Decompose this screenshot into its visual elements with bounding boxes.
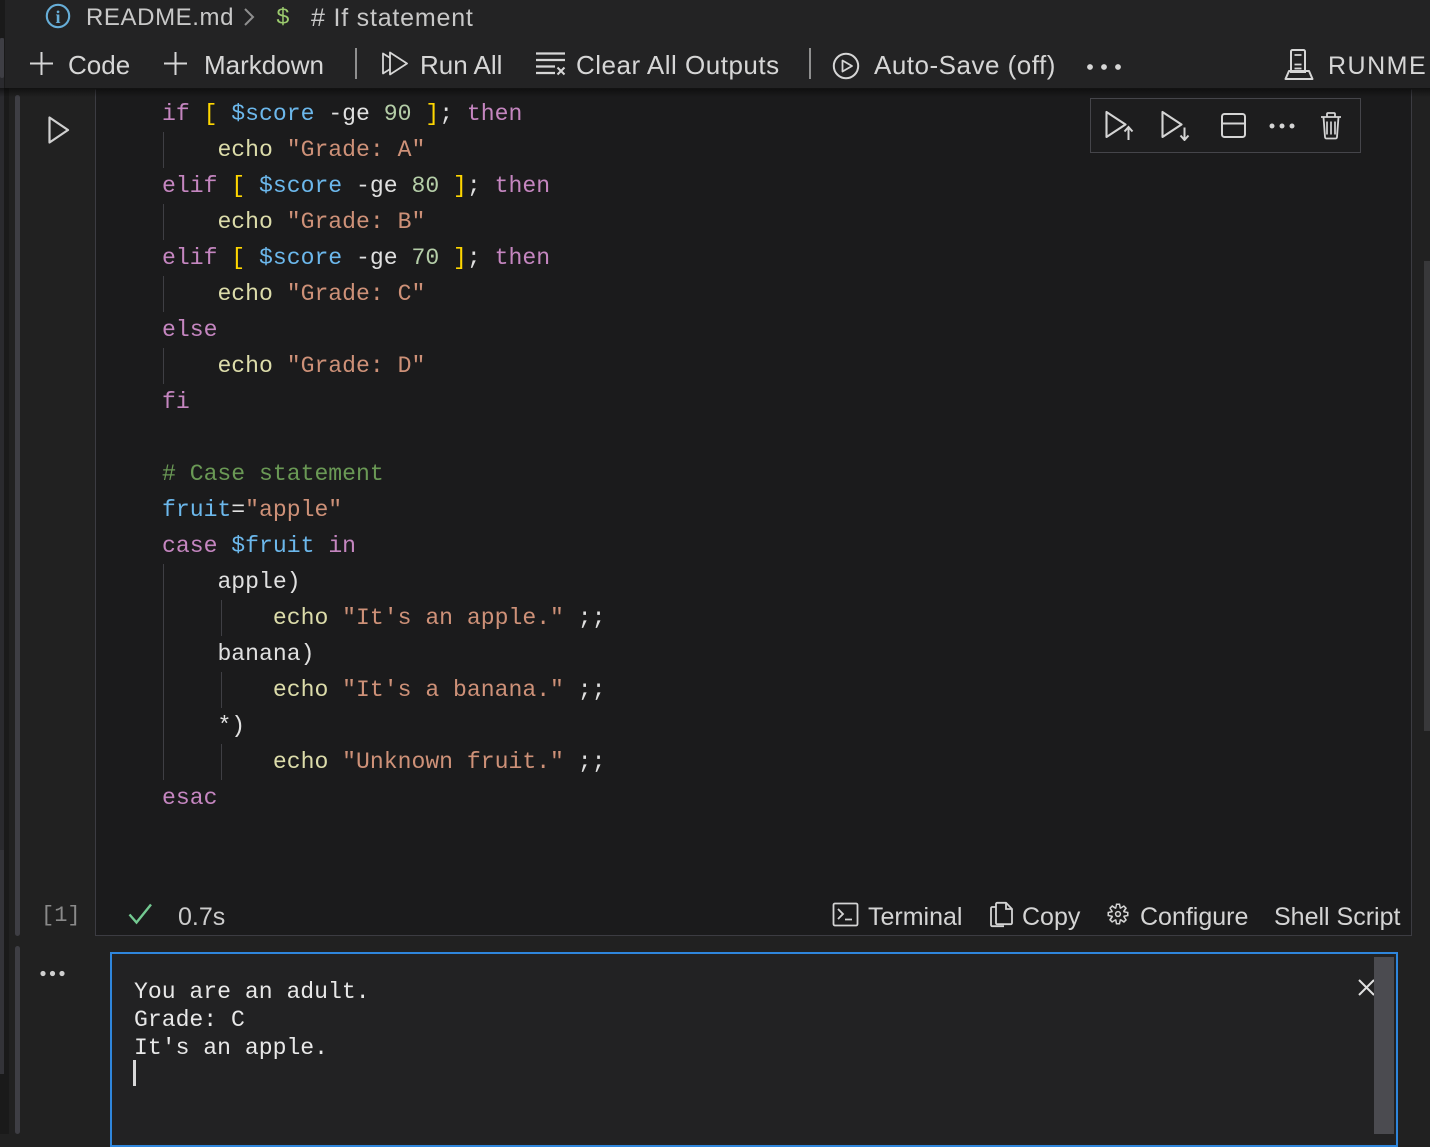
svg-text:i: i <box>55 7 60 27</box>
